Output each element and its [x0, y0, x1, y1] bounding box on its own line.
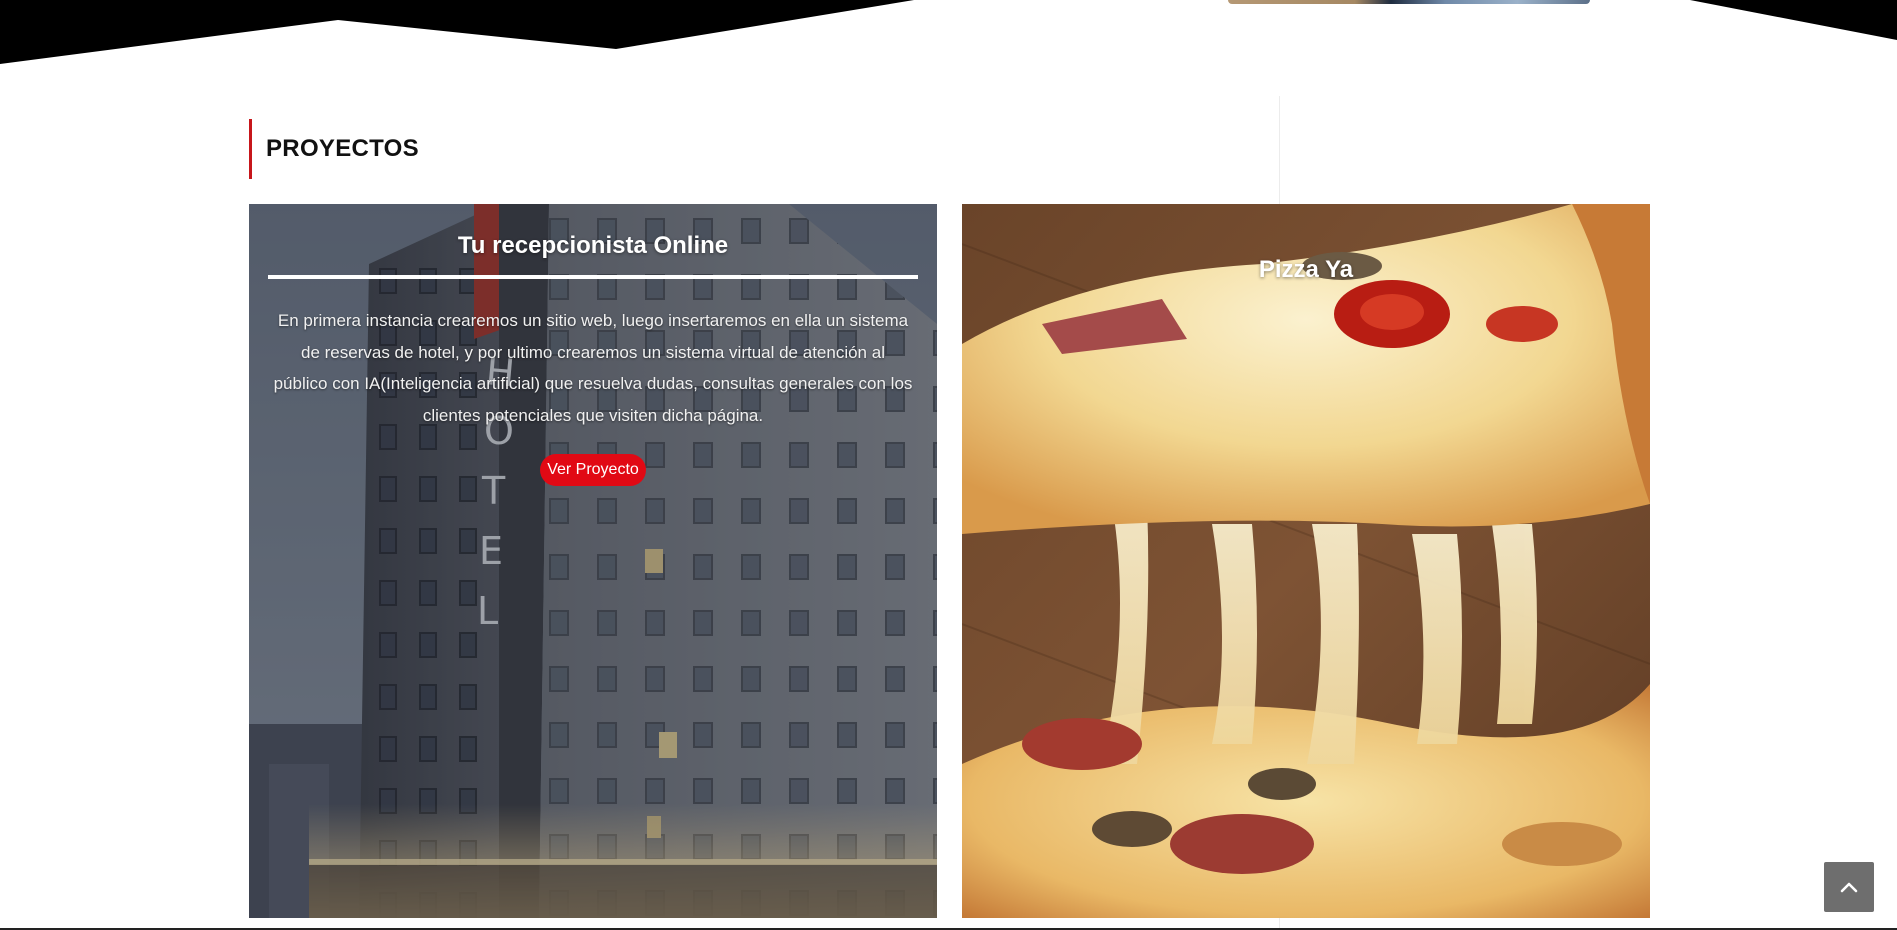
- scroll-to-top-button[interactable]: [1824, 862, 1874, 912]
- project-title: Tu recepcionista Online: [457, 232, 729, 259]
- title-underline: [268, 275, 918, 279]
- pizza-slice-image: [962, 204, 1650, 918]
- section-title: PROYECTOS: [266, 135, 419, 162]
- pizza-card-content: Pizza Ya: [962, 256, 1650, 284]
- page: PROYECTOS H O T E L Tu recepcionista Onl…: [0, 0, 1897, 930]
- chevron-up-icon: [1840, 882, 1858, 893]
- project-title: Pizza Ya: [1258, 256, 1354, 283]
- header-image-edge: [1228, 0, 1590, 4]
- project-card-pizza[interactable]: Pizza Ya: [962, 204, 1650, 918]
- project-description: En primera instancia crearemos un sitio …: [273, 311, 913, 425]
- hotel-card-content: Tu recepcionista Online En primera insta…: [249, 204, 937, 486]
- ver-proyecto-button[interactable]: Ver Proyecto: [540, 454, 646, 486]
- project-card-hotel[interactable]: H O T E L Tu recepcionista Online En pri…: [249, 204, 937, 918]
- section-heading: PROYECTOS: [249, 119, 419, 179]
- top-section-divider: [0, 0, 1897, 64]
